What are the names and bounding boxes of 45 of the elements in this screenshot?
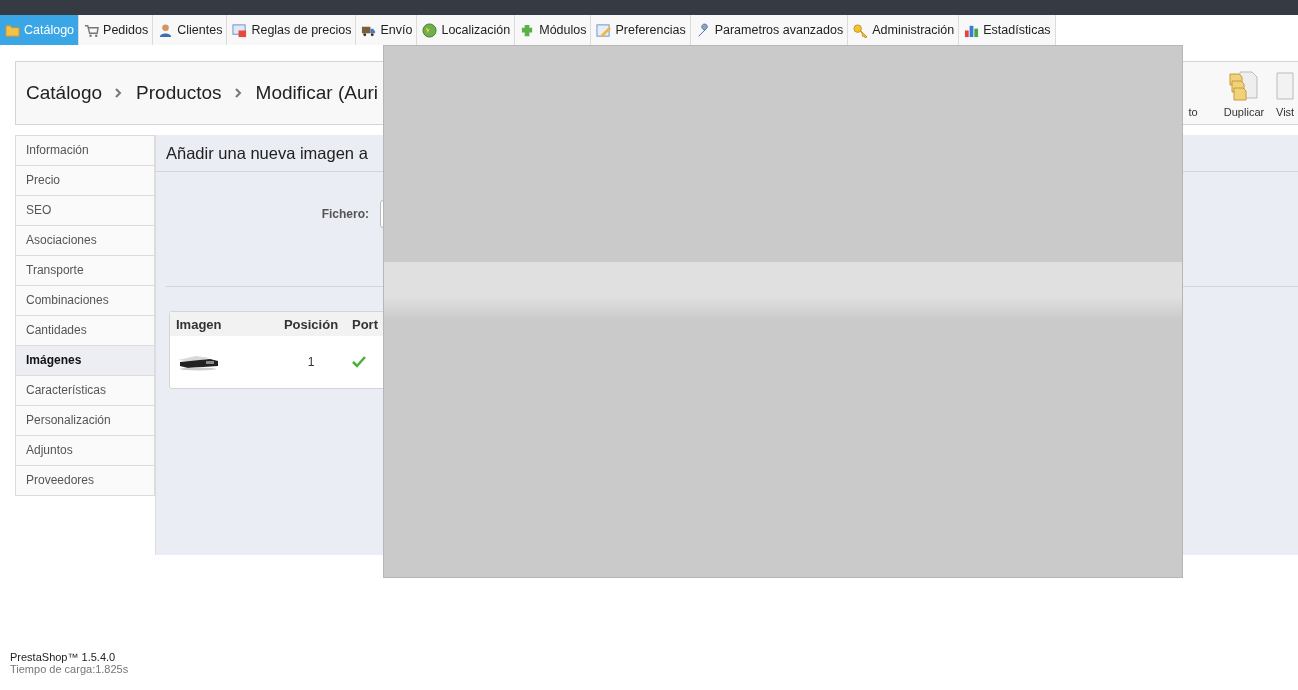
menu-item[interactable]: Pedidos [79,15,154,45]
pencil-icon [596,22,612,38]
breadcrumb-item: Productos [136,82,222,104]
load-time-text: Tiempo de carga:1.825s [10,663,130,675]
sidebar-tab[interactable]: Personalización [15,405,155,435]
sidebar-tab[interactable]: Características [15,375,155,405]
chevron-icon [114,88,123,98]
toolbar-button[interactable]: to [1188,102,1198,124]
copy-icon [1228,70,1260,102]
version-text: PrestaShop™ 1.5.4.0 [10,651,117,663]
column-header: Posición [282,316,340,332]
sidebar-tab[interactable]: Proveedores [15,465,155,496]
sidebar-tab[interactable]: Asociaciones [15,225,155,255]
menu-item[interactable]: Módulos [515,15,592,45]
column-header: Port [351,316,378,332]
globe-icon [422,22,438,38]
sidebar-tab[interactable]: Adjuntos [15,435,155,465]
breadcrumb-item: Catálogo [26,82,103,104]
sidebar-tab[interactable]: Información [15,135,155,165]
menu-item[interactable]: Envío [356,15,418,45]
sidebar-tab[interactable]: Imágenes [15,345,155,375]
menu-item[interactable]: Reglas de precios [227,15,357,45]
sidebar-tab[interactable]: Precio [15,165,155,195]
column-header: Imagen [175,316,223,332]
toolbar-button[interactable]: Duplicar [1223,102,1265,124]
menu-item[interactable]: Estadísticas [959,15,1056,45]
sidebar-tab[interactable]: Transporte [15,255,155,285]
menu-item[interactable]: Administración [848,15,960,45]
sidebar-tab[interactable]: Cantidades [15,315,155,345]
toolbar-button[interactable]: Vist [1276,102,1295,124]
menu-item[interactable]: Preferencias [591,15,691,45]
folder-icon [5,22,20,38]
menu-item[interactable]: Parametros avanzados [690,15,849,45]
menu-item[interactable]: Localización [417,15,516,45]
sidebar-tab[interactable]: Combinaciones [15,285,155,315]
table-cell-text: 1 [306,355,316,369]
chevron-icon [233,88,242,98]
cart-icon [84,22,100,38]
document-icon [1276,72,1294,100]
field-label: Fichero: [320,207,369,221]
person-icon [158,22,174,38]
sidebar-tab[interactable]: SEO [15,195,155,225]
key-icon [853,22,869,38]
breadcrumb-item: Modificar (Auri [255,82,379,104]
menu-item[interactable]: Clientes [153,15,228,45]
